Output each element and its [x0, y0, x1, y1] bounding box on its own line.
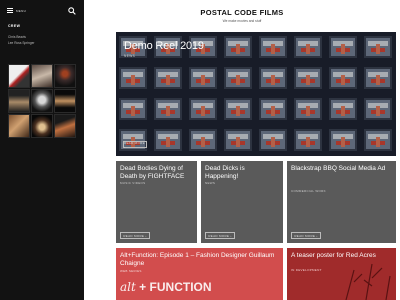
card-title[interactable]: Blackstrap BBQ Social Media Ad: [291, 165, 392, 173]
thumbnail-grid: [8, 64, 76, 138]
crew-link-lee-ross-springer[interactable]: Lee Ross Springer: [8, 41, 34, 45]
card-category[interactable]: COMMERCIAL WORK: [291, 189, 326, 193]
card-title[interactable]: Dead Bodies Dying of Death by FIGHTFACE: [120, 165, 193, 180]
thumbnail[interactable]: [54, 64, 76, 88]
post-card-red-acres[interactable]: A teaser poster for Red Acres IN DEVELOP…: [287, 248, 396, 300]
card-title[interactable]: Alt+Function: Episode 1 – Fashion Design…: [120, 252, 279, 267]
thumbnail[interactable]: [31, 89, 53, 113]
hero-read-more-button[interactable]: READ MORE ›: [123, 141, 147, 149]
post-card-blackstrap-bbq[interactable]: Blackstrap BBQ Social Media Ad COMMERCIA…: [287, 161, 396, 243]
thumbnail[interactable]: [31, 64, 53, 88]
hamburger-icon: [7, 8, 13, 13]
search-icon[interactable]: [68, 7, 76, 15]
hero-title[interactable]: Demo Reel 2019: [124, 40, 204, 52]
thumbnail[interactable]: [8, 89, 30, 113]
post-card-dead-dicks[interactable]: Dead Dicks is Happening! NEWS READ MORE …: [201, 161, 283, 243]
post-card-alt-function[interactable]: Alt+Function: Episode 1 – Fashion Design…: [116, 248, 283, 300]
crew-link-chris-beavis[interactable]: Chris Beavis: [8, 35, 26, 39]
sidebar: MENU CREW Chris Beavis Lee Ross Springer: [0, 0, 84, 300]
read-more-button[interactable]: READ MORE ›: [291, 232, 321, 239]
card-category[interactable]: MUSIC VIDEOS: [120, 181, 145, 185]
red-acres-artwork: [345, 263, 391, 300]
card-category[interactable]: NEWS: [205, 181, 215, 185]
crew-heading: CREW: [8, 24, 21, 28]
post-card-dead-bodies[interactable]: Dead Bodies Dying of Death by FIGHTFACE …: [116, 161, 197, 243]
thumbnail[interactable]: [8, 64, 30, 88]
menu-label: MENU: [16, 8, 27, 13]
card-title[interactable]: Dead Dicks is Happening!: [205, 165, 279, 180]
site-tagline: We make movies and stuff: [222, 19, 262, 23]
card-title[interactable]: A teaser poster for Red Acres: [291, 252, 392, 260]
read-more-button[interactable]: READ MORE ›: [120, 232, 150, 239]
thumbnail[interactable]: [31, 114, 53, 138]
thumbnail[interactable]: [8, 114, 30, 138]
card-category[interactable]: WEB SERIES: [120, 269, 142, 273]
alt-function-logo: alt + FUNCTION: [120, 280, 212, 294]
card-category[interactable]: IN DEVELOPMENT: [291, 268, 322, 272]
site-title[interactable]: POSTAL CODE FILMS: [84, 8, 400, 17]
thumbnail[interactable]: [54, 89, 76, 113]
menu-button[interactable]: MENU: [7, 8, 26, 13]
thumbnail[interactable]: [54, 114, 76, 138]
hero-category[interactable]: NEWS: [124, 54, 135, 58]
read-more-button[interactable]: READ MORE ›: [205, 232, 235, 239]
hero-post-demo-reel[interactable]: Demo Reel 2019 NEWS READ MORE ›: [116, 32, 396, 156]
